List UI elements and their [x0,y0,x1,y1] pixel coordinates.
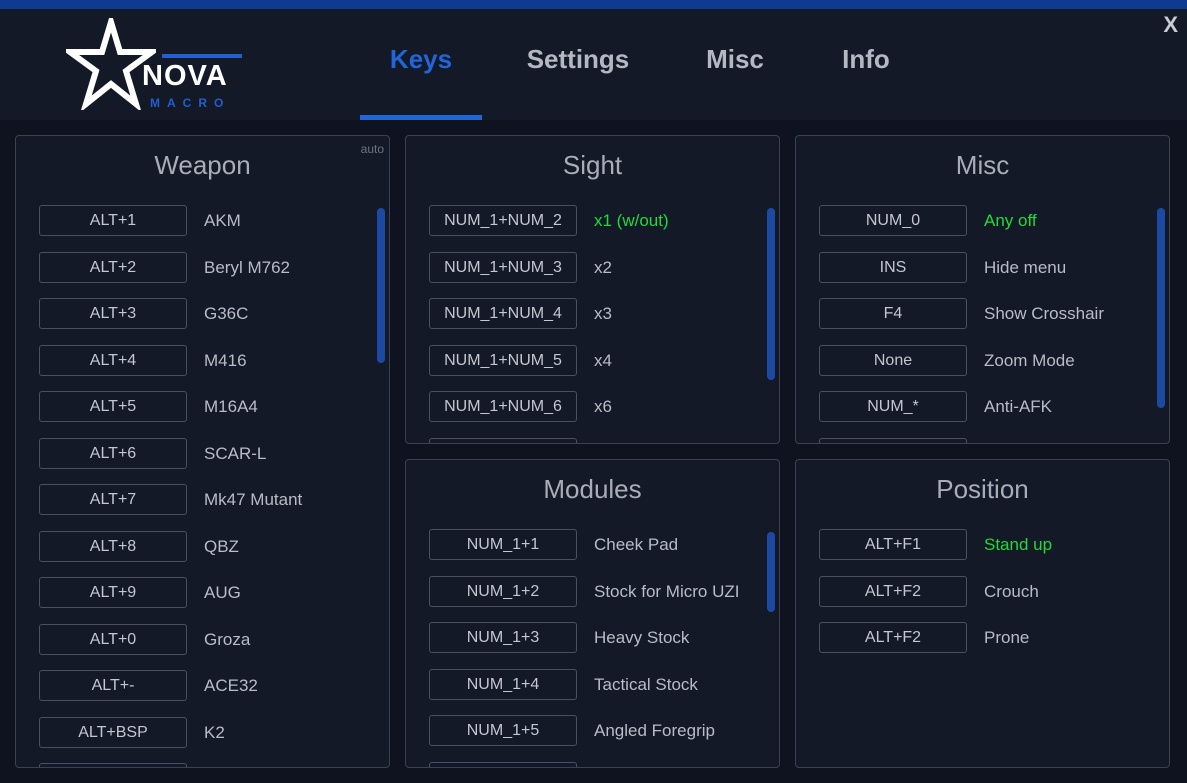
misc-panel-title: Misc [955,150,1010,180]
modules-action-label: Cheek Pad [594,535,679,554]
sight-action-label: x6 [594,397,612,416]
misc-action-label: Zoom Mode [984,350,1075,370]
misc-action-label: Anti-AFK [984,397,1053,416]
weapon-keybind-button[interactable]: ALT+- [39,670,187,701]
misc-keybind-button[interactable]: INS [819,251,967,283]
modules-scrollbar[interactable] [767,532,775,612]
sight-keybind-button[interactable]: NUM_1+NUM_4 [429,298,577,329]
sight-panel-title: Sight [562,150,623,180]
weapon-panel: Weapon auto ALT+1 AKM ALT+2 Beryl M762 ALT+3… [15,135,390,768]
misc-keybind-button[interactable]: None [819,344,967,376]
weapon-keybind-button[interactable] [39,763,187,767]
position-keybind-button[interactable]: ALT+F2 [819,575,967,607]
tab-misc[interactable]: Misc [690,9,780,120]
position-panel-title: Position [936,474,1029,504]
modules-action-label: Tactical Stock [594,674,698,694]
weapon-keybind-button[interactable]: ALT+1 [39,205,187,236]
modules-keybind-button[interactable]: NUM_1+3 [429,622,577,653]
weapon-action-label: SCAR-L [204,443,267,463]
weapon-action-label: AKM [204,211,241,230]
sight-action-label: x4 [594,350,612,370]
position-action-label: Prone [984,628,1030,647]
misc-keybind-button[interactable] [819,437,967,443]
weapon-mode-label: auto [360,142,384,156]
weapon-keybind-button[interactable]: ALT+6 [39,437,187,469]
weapon-keybind-button[interactable]: ALT+9 [39,577,187,608]
sight-action-label: x3 [594,304,612,323]
tab-keys[interactable]: Keys [360,9,482,120]
sight-keybind-button[interactable]: NUM_1+NUM_2 [429,205,577,236]
misc-action-label: Any off [984,211,1037,230]
modules-keybind-button[interactable]: NUM_1+1 [429,529,577,560]
weapon-action-label: AUG [204,583,241,602]
weapon-keybind-button[interactable]: ALT+8 [39,530,187,562]
sight-action-label: x2 [594,257,612,277]
modules-keybind-button[interactable]: NUM_1+2 [429,575,577,607]
sight-scrollbar[interactable] [767,208,775,380]
close-button[interactable]: X [1163,12,1178,38]
logo-accent-bar [162,54,242,58]
position-action-label: Stand up [984,535,1053,554]
misc-panel: Misc NUM_0 Any off INS Hide menu F4 Show Cros… [795,135,1170,444]
misc-keybind-button[interactable]: NUM_0 [819,205,967,236]
weapon-action-label: M16A4 [204,397,258,416]
sight-keybind-button[interactable] [429,437,577,443]
tab-settings[interactable]: Settings [510,9,646,120]
weapon-action-label: Beryl M762 [204,257,290,277]
modules-keybind-button[interactable] [429,761,577,767]
weapon-panel-title: Weapon [154,150,251,180]
weapon-keybind-button[interactable]: ALT+7 [39,484,187,515]
misc-keybind-button[interactable]: NUM_* [819,391,967,422]
weapon-action-label: G36C [204,304,249,323]
weapon-action-label: Groza [204,629,251,649]
misc-keybind-button[interactable]: F4 [819,298,967,329]
weapon-action-label: ACE32 [204,676,258,695]
modules-action-label: Angled Foregrip [594,721,715,740]
misc-action-label: Show Crosshair [984,304,1104,323]
window-top-bar [0,0,1187,9]
position-keybind-button[interactable]: ALT+F2 [819,622,967,653]
weapon-keybind-button[interactable]: ALT+0 [39,623,187,655]
modules-action-label: Stock for Micro UZI [594,581,740,601]
modules-panel-title: Modules [543,474,642,504]
weapon-action-label: M416 [204,350,247,370]
sight-keybind-button[interactable]: NUM_1+NUM_3 [429,251,577,283]
weapon-action-label: Mk47 Mutant [204,490,303,509]
position-keybind-button[interactable]: ALT+F1 [819,529,967,560]
weapon-keybind-button[interactable]: ALT+3 [39,298,187,329]
modules-keybind-button[interactable]: NUM_1+4 [429,668,577,700]
weapon-action-label: K2 [204,722,225,742]
position-panel: Position ALT+F1 Stand up ALT+F2 Crouch ALT+F… [795,459,1170,768]
weapon-keybind-button[interactable]: ALT+BSP [39,716,187,748]
sight-keybind-button[interactable]: NUM_1+NUM_6 [429,391,577,422]
weapon-action-label: QBZ [204,536,239,556]
modules-action-label: Heavy Stock [594,628,690,647]
weapon-keybind-button[interactable]: ALT+4 [39,344,187,376]
weapon-keybind-button[interactable]: ALT+5 [39,391,187,422]
sight-action-label: x1 (w/out) [594,211,669,230]
logo-main-text: NOVA [142,60,228,92]
tab-info[interactable]: Info [828,9,904,120]
weapon-keybind-button[interactable]: ALT+2 [39,251,187,283]
modules-keybind-button[interactable]: NUM_1+5 [429,715,577,746]
sight-panel: Sight NUM_1+NUM_2 x1 (w/out) NUM_1+NUM_3 x2… [405,135,780,444]
weapon-scrollbar[interactable] [377,208,385,363]
position-action-label: Crouch [984,581,1039,601]
misc-action-label: Hide menu [984,257,1067,277]
misc-scrollbar[interactable] [1157,208,1165,408]
modules-panel: Modules NUM_1+1 Cheek Pad NUM_1+2 Stock for… [405,459,780,768]
nova-macro-logo: NOVA MACRO [66,18,246,110]
sight-keybind-button[interactable]: NUM_1+NUM_5 [429,344,577,376]
logo-sub-text: MACRO [150,96,231,110]
